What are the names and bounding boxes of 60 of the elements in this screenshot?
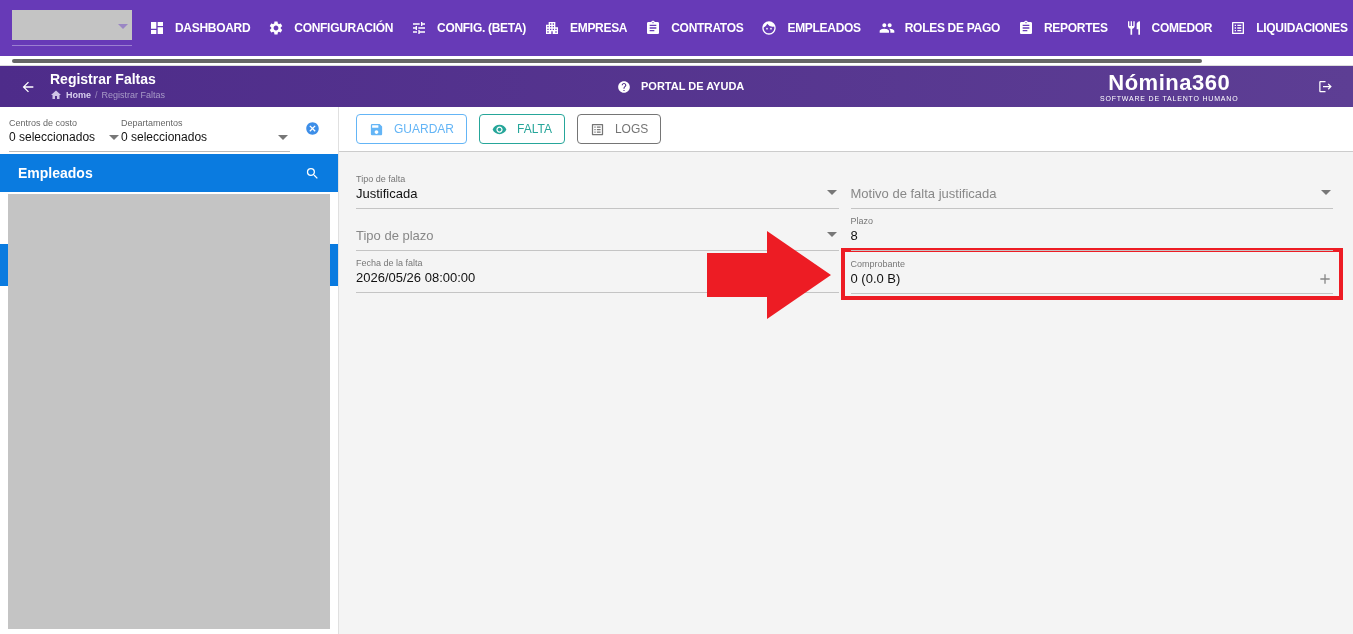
sliders-icon (411, 20, 428, 36)
employees-title: Empleados (18, 163, 93, 183)
nav-item[interactable]: DASHBOARD (140, 10, 260, 46)
list-icon (1230, 20, 1247, 36)
field-placeholder: Tipo de plazo (356, 227, 434, 244)
filter-label: Departamentos (121, 117, 183, 129)
field-label: Plazo (850, 215, 873, 227)
field-value: 2026/05/26 08:00:00 (356, 269, 476, 286)
cutlery-icon (1125, 20, 1142, 36)
field-label: Comprobante (850, 258, 906, 270)
list-icon (589, 121, 605, 137)
face-icon (761, 20, 778, 36)
nav-item[interactable]: COMEDOR (1116, 10, 1222, 46)
file-field[interactable]: Comprobante 0 (0.0 B) (850, 252, 1333, 294)
nav-item[interactable]: CONFIG. (BETA) (402, 10, 535, 46)
field-value: 0 (0.0 B) (850, 270, 901, 287)
dropdown-icon (109, 135, 119, 140)
help-link[interactable]: PORTAL DE AYUDA (641, 78, 745, 95)
page-title: Registrar Faltas (50, 72, 157, 86)
text-field[interactable]: Plazo 8 (850, 209, 1333, 251)
settings-icon (268, 20, 285, 36)
field-value: Justificada (356, 185, 418, 202)
arrow-icon (707, 231, 831, 319)
dropdown-icon (118, 24, 128, 29)
nav-item[interactable]: LIQUIDACIONES (1221, 10, 1353, 46)
dropdown-icon (826, 232, 837, 237)
home-icon (50, 89, 62, 101)
field-label: Tipo de falta (356, 173, 406, 185)
toolbar-button[interactable]: LOGS (576, 114, 662, 144)
breadcrumb-item: Registrar Faltas (101, 90, 166, 100)
dropdown-icon (278, 135, 288, 140)
logout-icon[interactable] (1318, 79, 1333, 94)
dashboard-icon (149, 20, 165, 36)
filter-label: Centros de costo (9, 117, 78, 129)
people-icon (878, 20, 895, 36)
nav-item[interactable]: REPORTES (1009, 10, 1117, 46)
clear-icon[interactable] (305, 121, 320, 136)
filter-value[interactable]: 0 seleccionados (9, 129, 96, 145)
building-icon (544, 20, 560, 36)
dropdown-icon (826, 190, 837, 195)
select-field[interactable]: Tipo de falta Justificada (356, 167, 839, 209)
clipboard-icon (645, 20, 662, 36)
field-placeholder: Motivo de falta justificada (850, 185, 997, 202)
save-icon (369, 121, 384, 137)
search-icon[interactable] (305, 165, 320, 181)
filter-value[interactable]: 0 seleccionados (121, 129, 208, 145)
clipboard-icon (1018, 20, 1034, 36)
field-value: 8 (850, 227, 858, 244)
nav-item[interactable]: CONTRATOS (636, 10, 753, 46)
dropdown-icon (1321, 190, 1331, 195)
nav-item[interactable]: ROLES DE PAGO (869, 10, 1009, 46)
breadcrumb-item[interactable]: Home (66, 90, 91, 100)
nav-item[interactable]: CONFIGURACIÓN (259, 10, 403, 46)
scrollbar[interactable] (0, 56, 1353, 66)
nav-item[interactable]: EMPRESA (535, 10, 637, 46)
help-icon (617, 79, 631, 94)
field-label: Fecha de la falta (356, 257, 423, 269)
breadcrumb-separator: / (95, 90, 98, 100)
logo-text: Nómina360 (1108, 71, 1231, 94)
nav-item[interactable]: EMPLEADOS (752, 10, 870, 46)
